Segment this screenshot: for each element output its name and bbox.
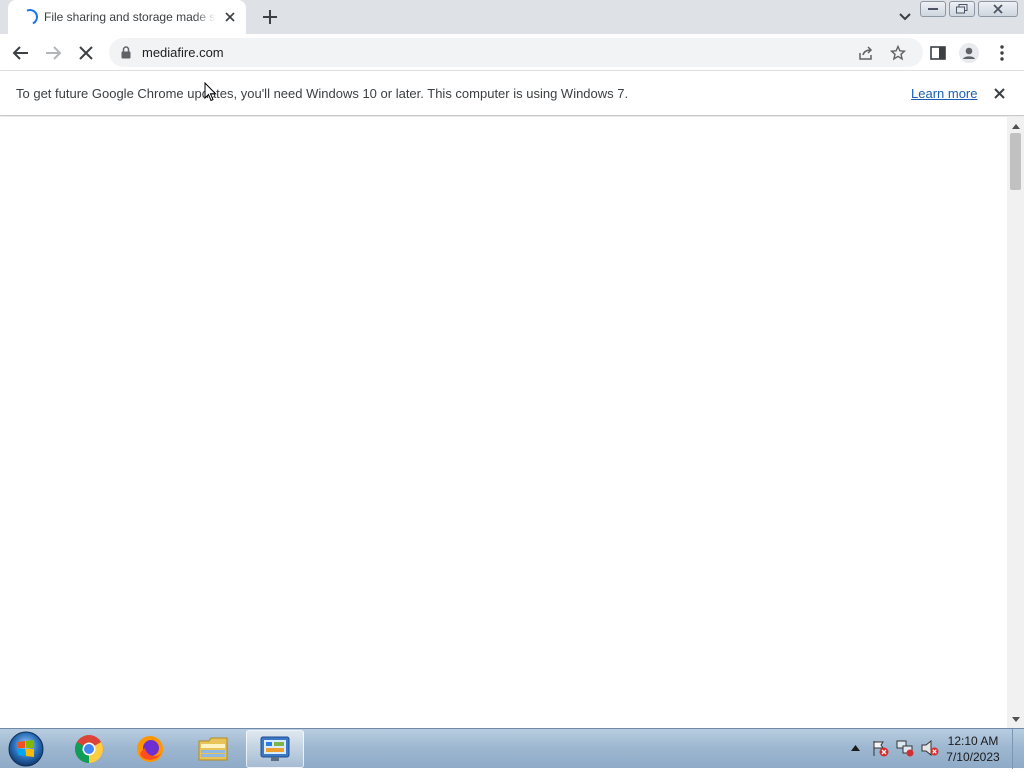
clock-date: 7/10/2023 <box>946 750 1000 764</box>
file-explorer-icon[interactable] <box>184 730 242 768</box>
tab-title: File sharing and storage made simple <box>44 10 216 24</box>
scrollbar-thumb[interactable] <box>1010 133 1021 190</box>
volume-muted-icon[interactable] <box>919 738 941 758</box>
clock-time: 12:10 AM <box>947 734 999 748</box>
tab-strip: File sharing and storage made simple <box>0 0 1024 34</box>
profile-avatar-icon[interactable] <box>956 40 982 66</box>
loading-spinner-icon <box>19 6 41 28</box>
learn-more-link[interactable]: Learn more <box>911 86 977 101</box>
tab-close-icon[interactable] <box>222 9 238 25</box>
update-infobar: To get future Google Chrome updates, you… <box>0 71 1024 116</box>
stop-loading-icon[interactable] <box>73 40 99 66</box>
address-bar[interactable]: mediafire.com <box>109 38 923 67</box>
minimize-button[interactable] <box>920 1 946 17</box>
window-controls <box>917 1 1018 17</box>
url-text[interactable]: mediafire.com <box>142 45 224 60</box>
browser-toolbar: mediafire.com <box>0 34 1024 71</box>
action-center-flag-icon[interactable] <box>869 738 891 758</box>
start-orb-icon[interactable] <box>6 730 46 768</box>
tab-search-chevron-icon[interactable] <box>895 6 915 26</box>
system-tray <box>844 738 944 758</box>
scroll-up-arrow-icon[interactable] <box>1007 119 1024 133</box>
chrome-icon[interactable] <box>60 730 118 768</box>
show-desktop-button[interactable] <box>1012 729 1024 769</box>
forward-arrow-icon[interactable] <box>40 40 66 66</box>
bookmark-star-icon[interactable] <box>887 42 909 64</box>
windows-taskbar: 12:10 AM 7/10/2023 <box>0 728 1024 769</box>
scroll-down-arrow-icon[interactable] <box>1007 712 1024 726</box>
lock-icon[interactable] <box>121 46 131 59</box>
page-content-area[interactable] <box>0 117 1007 728</box>
infobar-close-icon[interactable] <box>990 84 1008 102</box>
share-icon[interactable] <box>855 42 877 64</box>
firefox-icon[interactable] <box>121 730 179 768</box>
new-tab-button[interactable] <box>258 5 282 29</box>
back-arrow-icon[interactable] <box>8 40 34 66</box>
side-panel-icon[interactable] <box>925 40 951 66</box>
infobar-message: To get future Google Chrome updates, you… <box>16 86 629 101</box>
restore-button[interactable] <box>949 1 975 17</box>
chrome-menu-icon[interactable] <box>989 40 1015 66</box>
control-panel-icon[interactable] <box>246 730 304 768</box>
network-icon[interactable] <box>894 738 916 758</box>
browser-tab[interactable]: File sharing and storage made simple <box>8 0 246 34</box>
mouse-cursor-icon <box>204 82 217 102</box>
vertical-scrollbar[interactable] <box>1007 117 1024 728</box>
taskbar-clock[interactable]: 12:10 AM 7/10/2023 <box>940 733 1006 765</box>
window-close-button[interactable] <box>978 1 1018 17</box>
show-hidden-icons-arrow-icon[interactable] <box>844 738 866 758</box>
